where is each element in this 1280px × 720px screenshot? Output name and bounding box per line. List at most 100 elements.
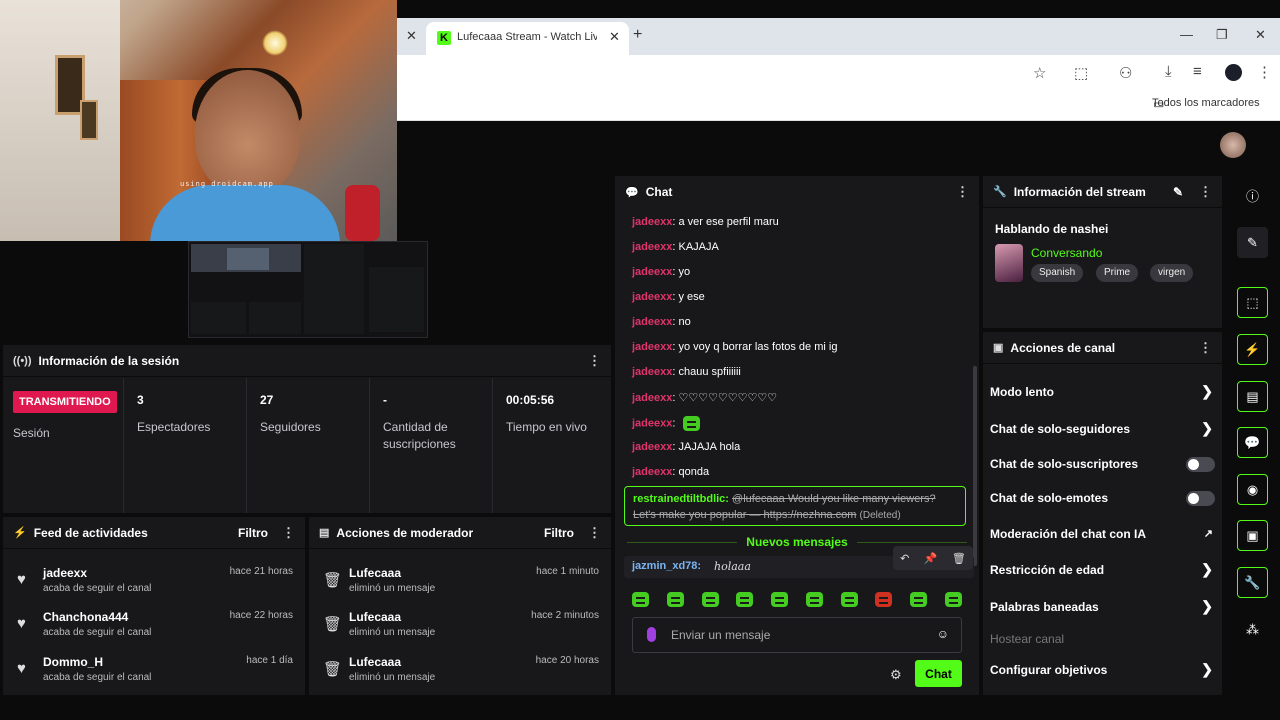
chat-username[interactable]: jazmin_xd78: [632,560,701,572]
all-bookmarks-link[interactable]: Todos los marcadores [1152,97,1260,109]
kebab-icon[interactable]: ⋮ [956,184,969,200]
chat-username[interactable]: jadeexx [632,316,672,328]
chat-message[interactable]: jadeexx: qonda [632,466,709,478]
gear-icon[interactable]: ⚙ [890,667,902,683]
profile-avatar[interactable] [1225,64,1242,81]
send-chat-button[interactable]: Chat [915,660,962,687]
emoji-picker-icon[interactable]: ☺ [937,627,949,641]
pin-icon[interactable]: 📌 [924,552,938,565]
chat-message[interactable]: jadeexx: JAJAJA hola [632,441,740,453]
chat-username[interactable]: jadeexx [632,266,672,278]
emote-bar [632,592,962,607]
chat-username[interactable]: jadeexx [632,341,672,353]
chat-username[interactable]: restrainedtiltbdlic: [633,493,729,505]
kebab-icon[interactable]: ⋮ [282,525,295,541]
browser-tab[interactable]: K Lufecaaa Stream - Watch Live on ✕ [426,22,629,55]
chat-message[interactable]: jadeexx: yo [632,266,690,278]
chat-username[interactable]: jadeexx [632,417,672,429]
document-icon[interactable]: ▤ [1237,381,1268,412]
emotes-only-toggle[interactable] [1186,491,1215,506]
close-tab-icon[interactable]: ✕ [406,28,417,44]
action-label: Chat de solo-suscriptores [990,457,1139,471]
emote-icon[interactable] [632,592,649,607]
ai-moderation-action[interactable]: Moderación del chat con IA ↗ [990,527,1215,541]
chat-input[interactable] [671,624,921,646]
banned-words-action[interactable]: Palabras baneadas ❯ [990,598,1215,614]
subscribers-only-toggle[interactable] [1186,457,1215,472]
chat-username[interactable]: jadeexx [632,216,672,228]
emote-icon[interactable] [805,592,823,607]
broadcast-icon[interactable]: ◉ [1237,474,1268,505]
emote-icon[interactable] [736,592,754,607]
chat-bubble-icon[interactable]: 💬 [1237,427,1268,458]
chat-message[interactable]: jadeexx: chauu spfiiiiii [632,366,741,378]
layout-icon[interactable]: ▣ [1237,520,1268,551]
emote-icon[interactable] [701,592,719,607]
feed-name[interactable]: Chanchona444 [43,610,128,624]
media-control-icon[interactable]: ≡ [1193,63,1202,80]
chat-username[interactable]: jadeexx [632,291,672,303]
slow-mode-action[interactable]: Modo lento ❯ [990,383,1215,399]
panel-title: Información del stream [1013,184,1146,199]
emote-icon[interactable] [944,592,962,607]
configure-goals-action[interactable]: Configurar objetivos ❯ [990,661,1215,677]
reply-icon[interactable]: ↶ [900,552,909,565]
restore-icon[interactable]: ❐ [1216,27,1228,43]
emote-icon[interactable] [666,592,684,607]
add-widget-icon[interactable]: ⁂ [1237,614,1268,645]
emote-icon[interactable] [910,592,928,607]
mod-desc: eliminó un mensaje [349,672,436,683]
emote-icon[interactable] [875,592,893,607]
chat-username[interactable]: jadeexx [632,241,672,253]
chat-message[interactable]: jadeexx: ♡♡♡♡♡♡♡♡♡♡ [632,391,777,404]
download-icon[interactable]: ⤓ [1165,63,1172,80]
chat-username[interactable]: jadeexx [632,441,672,453]
menu-kebab-icon[interactable]: ⋮ [1257,63,1272,81]
mod-name[interactable]: Lufecaaa [349,655,401,669]
mod-name[interactable]: Lufecaaa [349,566,401,580]
mod-name[interactable]: Lufecaaa [349,610,401,624]
delete-icon[interactable]: 🗑 [952,552,966,565]
chat-message[interactable]: jadeexx: [632,416,701,431]
chat-message[interactable]: jadeexx: no [632,316,691,328]
bolt-icon[interactable]: ⚡ [1237,334,1268,365]
minimize-icon[interactable]: — [1180,27,1193,42]
wrench-icon[interactable]: 🔧 [1237,567,1268,598]
chat-message[interactable]: jadeexx: KAJAJA [632,241,719,253]
chat-message[interactable]: jadeexx: yo voy q borrar las fotos de mi… [632,341,837,353]
chat-username[interactable]: jadeexx [632,392,672,404]
microphone-icon[interactable] [647,627,656,642]
bookmark-star-icon[interactable]: ☆ [1033,64,1046,82]
info-icon[interactable]: ⓘ [1237,181,1268,212]
filter-button[interactable]: Filtro [238,526,268,540]
feed-name[interactable]: Dommo_H [43,655,103,669]
user-avatar[interactable] [1220,132,1246,158]
followers-only-action[interactable]: Chat de solo-seguidores ❯ [990,420,1215,436]
close-window-icon[interactable]: ✕ [1255,27,1266,43]
chat-message[interactable]: jadeexx: y ese [632,291,705,303]
kebab-icon[interactable]: ⋮ [1199,184,1212,200]
kebab-icon[interactable]: ⋮ [588,525,601,541]
age-restriction-action[interactable]: Restricción de edad ❯ [990,561,1215,577]
new-tab-icon[interactable]: + [633,26,642,44]
chat-message[interactable]: jadeexx: a ver ese perfil maru [632,216,779,228]
address-bar[interactable]: ☆ ⬚ ⚇ ⤓ ≡ ⋮ [397,55,1280,91]
action-label: Chat de solo-emotes [990,491,1109,505]
edit-pencil-icon[interactable]: ✎ [1173,185,1183,199]
emote-icon[interactable] [771,592,789,607]
kebab-icon[interactable]: ⋮ [1199,340,1212,356]
extensions-icon[interactable]: ⬚ [1074,64,1088,82]
chat-username[interactable]: jadeexx [632,366,672,378]
incognito-icon[interactable]: ⚇ [1119,64,1132,82]
edit-icon[interactable]: ✎ [1237,227,1268,258]
close-tab-icon[interactable]: ✕ [609,29,620,45]
chat-username[interactable]: jadeexx [632,466,672,478]
emote-icon[interactable] [840,592,858,607]
clip-icon[interactable]: ⬚ [1237,287,1268,318]
bookmarks-bar: ▭ [397,91,1280,121]
kebab-icon[interactable]: ⋮ [588,353,601,369]
stream-title: Hablando de nashei [995,222,1109,236]
stream-category[interactable]: Conversando [1031,246,1102,260]
filter-button[interactable]: Filtro [544,526,574,540]
feed-name[interactable]: jadeexx [43,566,87,580]
